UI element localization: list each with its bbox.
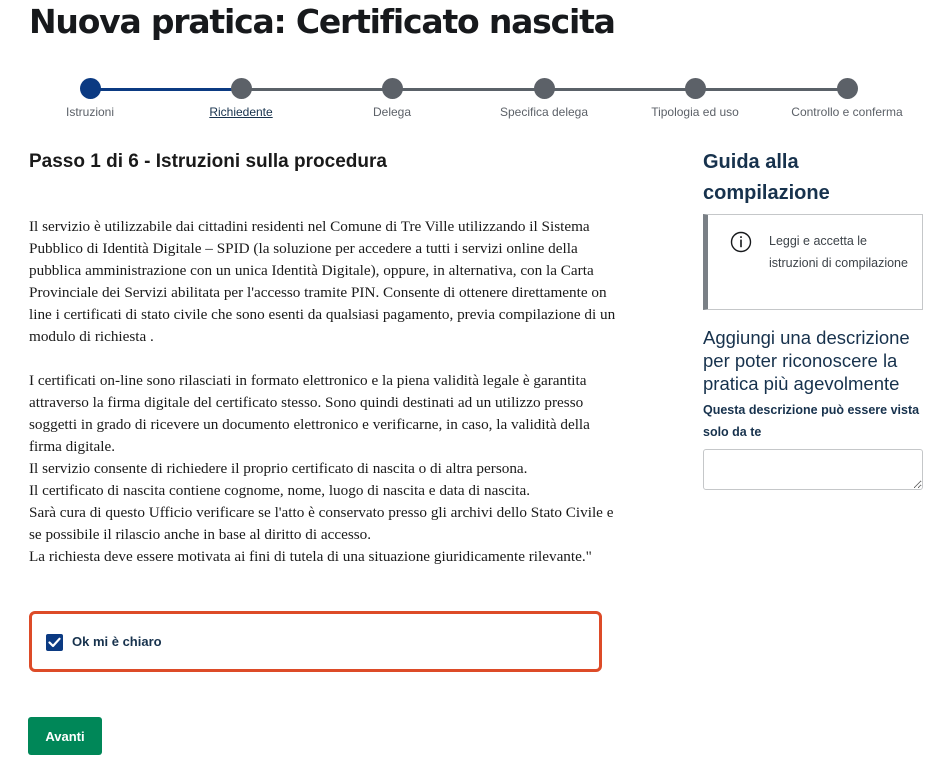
step-istruzioni: Istruzioni (15, 78, 165, 119)
guide-text: Leggi e accetta le istruzioni di compila… (769, 234, 908, 270)
description-title: Aggiungi una descrizione per poter ricon… (703, 327, 910, 394)
step-label: Delega (372, 105, 412, 119)
instructions-paragraph: Sarà cura di questo Ufficio verificare s… (29, 504, 614, 543)
confirm-label[interactable]: Ok mi è chiaro (72, 634, 162, 649)
instructions-paragraph: La richiesta deve essere motivata ai fin… (29, 548, 592, 565)
step-label: Controllo e conferma (791, 105, 903, 119)
step-label: Specifica delega (499, 105, 589, 119)
step-specifica-delega: Specifica delega (469, 78, 619, 119)
step-dot (684, 78, 706, 99)
step-dot (533, 78, 555, 99)
step-tipologia-ed-uso: Tipologia ed uso (620, 78, 770, 119)
step-dot (230, 78, 252, 99)
step-label: Istruzioni (65, 105, 115, 119)
step-dot (836, 78, 858, 99)
next-button[interactable]: Avanti (28, 717, 102, 755)
guide-callout: Leggi e accetta le istruzioni di compila… (703, 214, 923, 310)
step-richiedente[interactable]: Richiedente (166, 78, 316, 119)
step-delega: Delega (317, 78, 467, 119)
step-label[interactable]: Richiedente (166, 105, 316, 119)
info-circle-icon (730, 231, 752, 253)
instructions-text: Il servizio è utilizzabile dai cittadini… (29, 216, 619, 568)
description-subtitle: Questa descrizione può essere vista solo… (703, 403, 920, 439)
instructions-paragraph: I certificati on-line sono rilasciati in… (29, 372, 590, 455)
confirm-checkbox[interactable] (46, 634, 63, 651)
step-controllo-e-conferma: Controllo e conferma (772, 78, 922, 119)
description-textarea[interactable] (703, 449, 923, 490)
guide-title: Guida alla compilazione (703, 151, 830, 204)
instructions-paragraph: Il servizio è utilizzabile dai cittadini… (29, 218, 616, 345)
step-label: Tipologia ed uso (651, 105, 739, 119)
checkmark-icon (48, 637, 61, 648)
step-dot (381, 78, 403, 99)
progress-stepper: Istruzioni Richiedente Delega Specifica … (0, 74, 944, 124)
page-title: Nuova pratica: Certificato nascita (29, 2, 616, 41)
step-dot (79, 78, 101, 99)
instructions-paragraph: Il certificato di nascita contiene cogno… (29, 482, 531, 499)
confirm-box: Ok mi è chiaro (29, 611, 602, 672)
step-heading: Passo 1 di 6 - Istruzioni sulla procedur… (29, 151, 387, 172)
instructions-paragraph: Il servizio consente di richiedere il pr… (29, 460, 528, 477)
